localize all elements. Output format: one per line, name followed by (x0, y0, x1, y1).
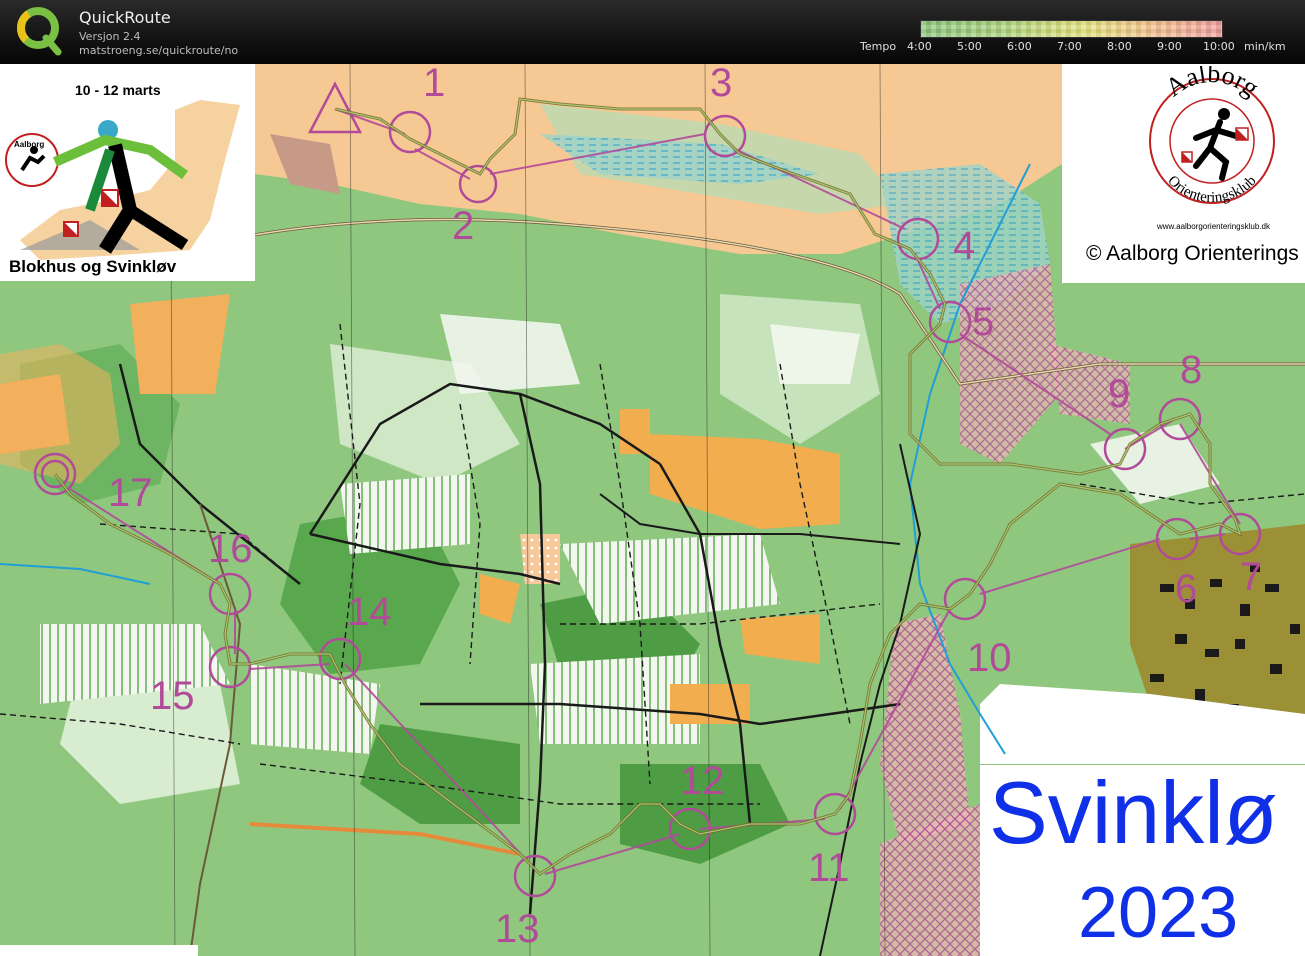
tempo-tick: 7:00 (1057, 40, 1082, 53)
tempo-unit: min/km (1244, 40, 1286, 53)
control-number: 13 (495, 907, 540, 951)
control-number: 17 (108, 471, 153, 515)
event-dates: 10 - 12 marts (75, 82, 161, 98)
map-title-panel: Svinklø 2023 (980, 765, 1305, 956)
app-title: QuickRoute (79, 8, 171, 27)
tempo-tick: 4:00 (907, 40, 932, 53)
open-land (130, 294, 230, 394)
event-logo-icon (5, 100, 240, 260)
forest-runnable (770, 324, 860, 384)
map-margin (0, 945, 198, 956)
tempo-color-scale (920, 20, 1223, 38)
tempo-tick: 5:00 (957, 40, 982, 53)
control-number: 14 (347, 590, 392, 634)
tempo-tick: 6:00 (1007, 40, 1032, 53)
event-logo-panel: 10 - 12 marts Aalborg Blokhus og Svinklø… (0, 64, 255, 281)
club-logo-panel: Aalborg Orienteringsklub www.aalborgorie… (1062, 64, 1305, 283)
control-number: 7 (1240, 555, 1263, 599)
quickroute-logo-icon (17, 7, 62, 56)
control-number: 3 (710, 61, 733, 105)
control-number: 2 (452, 204, 475, 248)
club-logo-icon: Aalborg Orienteringsklub (1149, 66, 1275, 206)
control-number: 11 (808, 846, 850, 890)
app-version: Versjon 2.4 (79, 30, 141, 43)
control-number: 10 (967, 636, 1012, 680)
club-copyright: © Aalborg Orienterings (1086, 242, 1299, 265)
forest-runnable (440, 314, 580, 394)
club-url: www.aalborgorienteringsklub.dk (1157, 222, 1270, 231)
event-name: Blokhus og Svinkløv (9, 257, 177, 276)
map-year: 2023 (1078, 873, 1239, 953)
control-number: 5 (972, 300, 995, 344)
control-number: 1 (423, 61, 446, 105)
control-number: 4 (953, 224, 976, 268)
tempo-label: Tempo (860, 40, 897, 53)
control-number: 16 (208, 527, 253, 571)
control-number: 8 (1180, 348, 1203, 392)
control-number: 12 (680, 759, 725, 803)
control-number: 9 (1108, 372, 1131, 416)
map-title: Svinklø (989, 765, 1278, 862)
tempo-tick: 9:00 (1157, 40, 1182, 53)
control-number: 6 (1175, 567, 1198, 611)
event-logo-club-text: Aalborg (14, 140, 45, 149)
app-url[interactable]: matstroeng.se/quickroute/no (79, 44, 238, 57)
control-number: 15 (150, 674, 195, 718)
tempo-tick: 10:00 (1203, 40, 1235, 53)
tempo-tick: 8:00 (1107, 40, 1132, 53)
app-header: QuickRoute Versjon 2.4 matstroeng.se/qui… (0, 0, 1305, 64)
